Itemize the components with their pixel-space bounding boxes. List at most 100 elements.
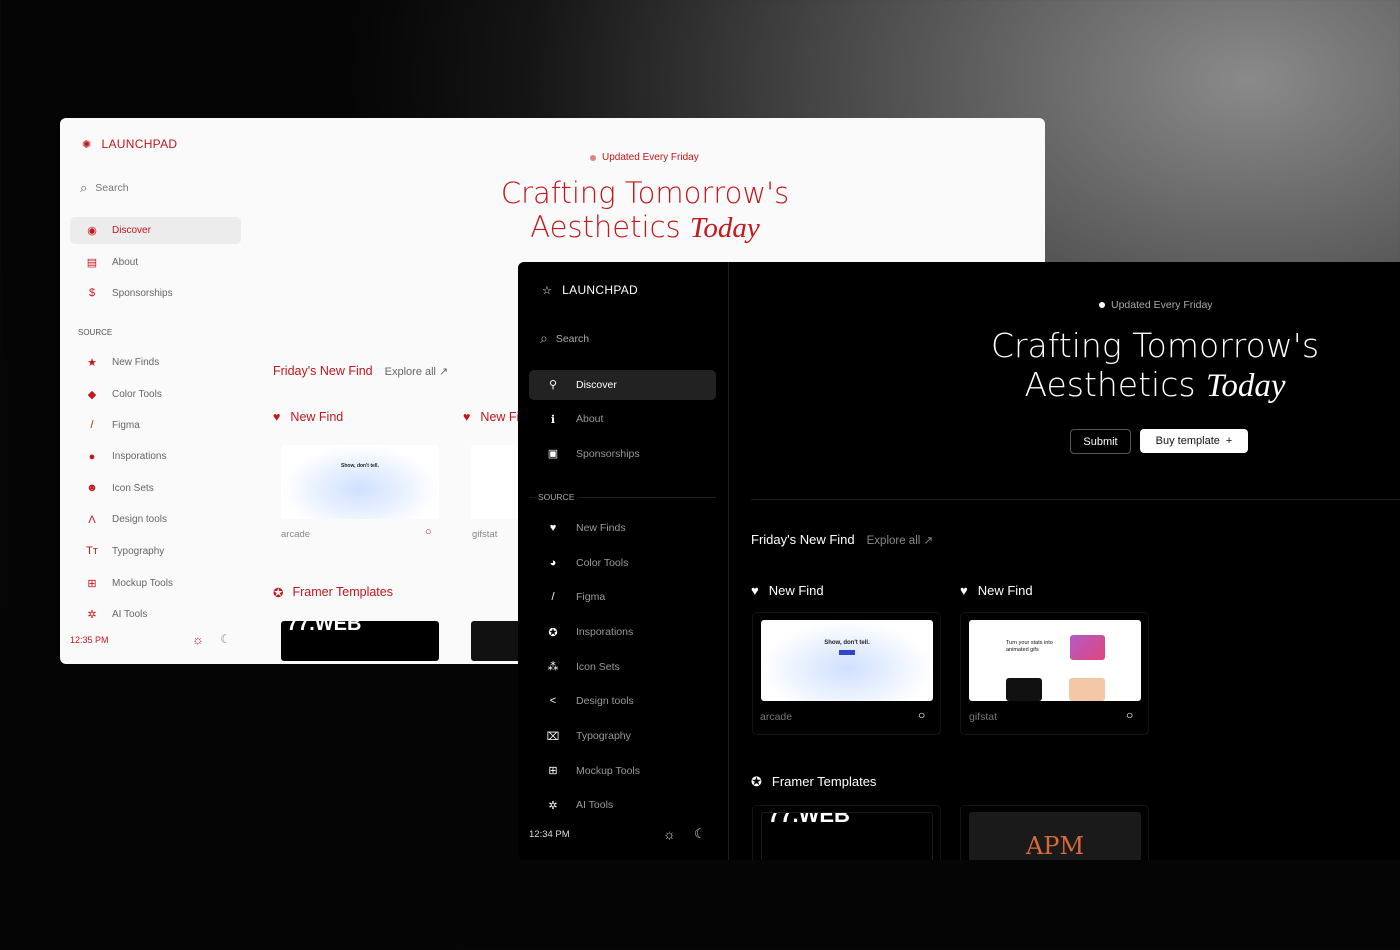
smiley-icon: ☻ <box>86 482 98 494</box>
templates-title: Framer Templates <box>292 585 393 599</box>
text-icon: Tт <box>86 545 98 557</box>
card-heading: ♥ New Find <box>273 410 343 424</box>
heart-icon: ♥ <box>549 522 557 534</box>
search-placeholder: Search <box>555 332 590 345</box>
star-circle-icon: ✪ <box>548 626 558 639</box>
preview-headline: Turn your stats into animated gifs <box>1006 640 1053 653</box>
card-heading: ♥ New Find <box>751 583 824 598</box>
section-header: Friday's New Find Explore all ↗ <box>273 364 448 378</box>
verified-icon: ✪ <box>273 586 284 600</box>
preview-button <box>839 650 855 655</box>
explore-all-link[interactable]: Explore all ↗ <box>385 365 449 378</box>
section-title: Friday's New Find <box>751 532 855 547</box>
sidebar-item-mockup-tools[interactable]: ⊞ Mockup Tools <box>85 577 173 590</box>
sidebar-item-ai-tools[interactable]: ✲ AI Tools <box>546 799 613 812</box>
page-title: Crafting Tomorrow's Aesthetics Today <box>445 176 845 245</box>
star-outline-icon: ☆ <box>542 284 553 297</box>
cake-icon: ▣ <box>547 448 559 461</box>
badge-icon[interactable]: ○ <box>1126 708 1133 722</box>
arcade-preview[interactable]: Show, don't tell. <box>761 620 933 701</box>
sidebar-item-design-tools[interactable]: Λ Design tools <box>85 514 167 526</box>
search-input[interactable]: ⌕ Search <box>540 330 589 347</box>
sidebar-item-label: AI Tools <box>112 609 148 620</box>
template-text: 77.WEB <box>768 812 850 827</box>
sidebar-item-typography[interactable]: Tт Typography <box>85 545 164 557</box>
card-heading-text: New Find <box>768 583 824 598</box>
updated-badge: Updated Every Friday <box>590 152 699 163</box>
sidebar-item-sponsorships[interactable]: $ Sponsorships <box>85 287 173 299</box>
sidebar-item-design-tools[interactable]: < Design tools <box>546 695 634 707</box>
gifstat-preview[interactable]: Turn your stats into animated gifs <box>969 620 1141 701</box>
explore-all-label: Explore all <box>384 365 436 378</box>
ai-icon: ✲ <box>548 799 558 812</box>
sidebar-item-label: Typography <box>576 730 631 743</box>
card-name: gifstat <box>472 529 498 540</box>
search-input[interactable]: ⌕ Search <box>80 180 129 196</box>
sidebar-item-mockup-tools[interactable]: ⊞ Mockup Tools <box>546 764 640 778</box>
arcade-preview[interactable]: Show, don't tell. <box>281 445 439 519</box>
sidebar-item-label: Typography <box>112 545 165 557</box>
sidebar-item-label: Sponsorships <box>576 447 640 460</box>
sidebar-item-new-finds[interactable]: ★ New Finds <box>85 356 159 369</box>
sidebar-item-label: Icon Sets <box>576 660 620 673</box>
sidebar-item-icon-sets[interactable]: ☻ Icon Sets <box>85 482 154 494</box>
ai-icon: ✲ <box>87 609 97 621</box>
sidebar-item-label: Color Tools <box>576 556 629 569</box>
sidebar-item-figma[interactable]: / Figma <box>546 591 605 603</box>
heart-icon: ♥ <box>751 583 759 598</box>
sidebar-item-label: Figma <box>576 591 606 604</box>
moon-icon[interactable]: ☾ <box>694 826 706 842</box>
title-line-1: Crafting Tomorrow's <box>990 326 1320 365</box>
sidebar-item-label: Figma <box>112 419 140 431</box>
verified-icon: ✪ <box>751 774 762 789</box>
lightbulb-icon: ● <box>88 450 96 463</box>
palette-icon: ◕ <box>549 556 557 569</box>
sidebar-item-insporations[interactable]: ● Insporations <box>85 450 167 463</box>
updated-text: Updated Every Friday <box>1111 299 1213 311</box>
sidebar-item-color-tools[interactable]: ◕ Color Tools <box>546 556 629 569</box>
badge-icon[interactable]: ○ <box>425 526 432 538</box>
submit-button[interactable]: Submit <box>1070 429 1131 454</box>
sidebar-item-about[interactable]: ▤ About <box>85 256 138 269</box>
buy-template-button[interactable]: Buy template + <box>1140 429 1248 453</box>
template-preview[interactable]: APM <box>969 812 1141 860</box>
sidebar-item-discover[interactable]: ◉ Discover <box>85 224 151 237</box>
preview-graphic <box>1070 635 1105 660</box>
sidebar-item-label: New Finds <box>112 357 160 368</box>
clock: 12:34 PM <box>529 829 570 840</box>
brand-name: LAUNCHPAD <box>562 283 638 297</box>
explore-all-link[interactable]: Explore all ↗ <box>867 533 934 547</box>
dark-mode-window: ☆ LAUNCHPAD ⌕ Search ⚲ Discover ℹ About ▣ Spo… <box>518 262 1400 860</box>
sun-icon[interactable]: ☼ <box>663 826 676 842</box>
template-preview[interactable]: 77.WEB <box>761 812 933 860</box>
moon-icon[interactable]: ☾ <box>220 632 231 646</box>
sidebar-item-figma[interactable]: / Figma <box>85 419 140 431</box>
search-icon: ⌕ <box>80 180 88 195</box>
sidebar-item-discover[interactable]: ⚲ Discover <box>546 378 617 392</box>
sidebar-item-sponsorships[interactable]: ▣ Sponsorships <box>546 447 640 461</box>
sidebar-item-icon-sets[interactable]: ⁂ Icon Sets <box>546 660 620 674</box>
template-preview[interactable]: 77.WEB <box>281 621 439 661</box>
sidebar-item-typography[interactable]: ⌧ Typography <box>546 730 631 743</box>
templates-heading: ✪ Framer Templates <box>751 774 876 790</box>
sparkle-icon: ✺ <box>82 138 92 151</box>
title-line-1: Crafting Tomorrow's <box>500 176 790 210</box>
badge-icon[interactable]: ○ <box>918 708 925 722</box>
sidebar-item-insporations[interactable]: ✪ Insporations <box>546 626 633 639</box>
sidebar-item-new-finds[interactable]: ♥ New Finds <box>546 522 626 534</box>
sidebar-item-color-tools[interactable]: ◆ Color Tools <box>85 388 162 401</box>
compass-icon: Λ <box>88 513 96 526</box>
section-title: Friday's New Find <box>273 364 373 378</box>
share-icon: < <box>549 695 557 707</box>
card-heading-text: New Find <box>290 410 344 424</box>
brand-logo[interactable]: ☆ LAUNCHPAD <box>542 283 638 297</box>
sidebar-item-ai-tools[interactable]: ✲ AI Tools <box>85 608 147 621</box>
mockup-icon: ⊞ <box>87 577 97 590</box>
sidebar-item-about[interactable]: ℹ About <box>546 413 604 426</box>
brand-logo[interactable]: ✺ LAUNCHPAD <box>82 137 177 151</box>
preview-graphic <box>1006 678 1042 701</box>
sun-icon[interactable]: ☼ <box>192 632 204 647</box>
discover-icon: ⚲ <box>548 379 558 391</box>
document-icon: ▤ <box>86 256 98 269</box>
preview-headline: Show, don't tell. <box>341 463 379 469</box>
